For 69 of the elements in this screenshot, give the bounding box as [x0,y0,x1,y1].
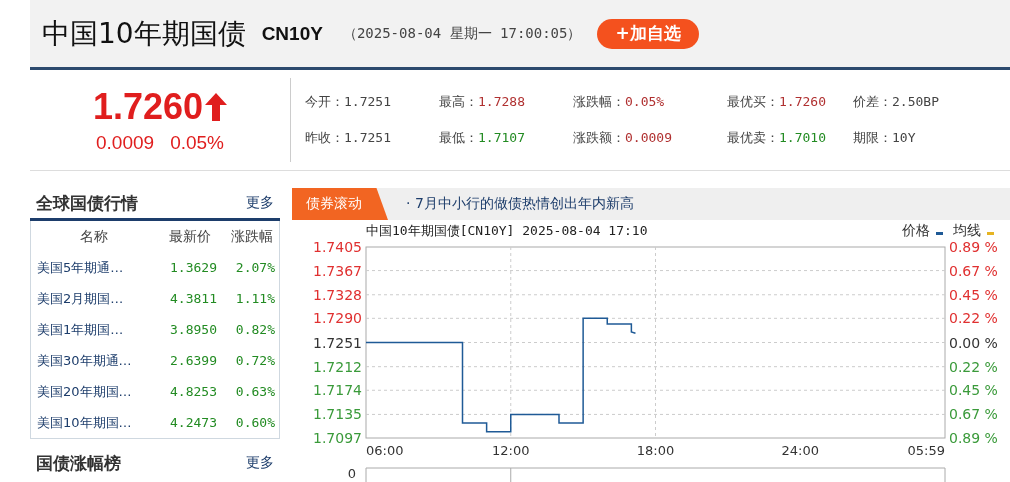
bond-name-link[interactable]: 美国2月期国… [31,289,157,308]
y-axis-label: 1.7328 [313,286,362,303]
x-axis-label: 18:00 [636,443,675,458]
stat-item: 涨跌额：0.0009 [573,129,673,147]
bond-code: CN10Y [261,22,323,45]
stat-item: 昨收：1.7251 [305,129,392,147]
y-axis-label: 1.7290 [313,310,362,327]
y-axis-label: 1.7174 [313,382,362,399]
more-link[interactable]: 更多 [246,194,280,212]
x-axis-label: 24:00 [781,443,819,458]
x-axis-label: 12:00 [492,443,530,458]
price-cell-text: 1.3629 [169,260,218,275]
percent-label: 0.45 % [949,286,998,303]
percent-label: 0.89 % [949,242,998,255]
percent-change: 0.05% [170,132,224,154]
y-axis-label: 1.7135 [313,406,362,423]
current-price: 1.7260 [92,86,204,128]
change-cell-text: 0.60% [234,415,276,430]
change-cell-text: 0.63% [234,384,276,399]
column-header: 名称 [79,227,109,246]
bond-name-link[interactable]: 美国5年期通… [31,258,157,277]
change-cell-text: 1.11% [234,291,276,306]
bond-name-link[interactable]: 美国10年期国… [31,413,157,432]
bond-title: 中国10年期国债 [42,15,246,52]
stat-item: 最高：1.7288 [439,93,526,111]
y-axis-label: 1.7212 [313,358,362,375]
column-header: 最新价 [168,227,212,246]
percent-label: 0.45 % [949,382,998,399]
timestamp: （2025-08-04 星期一 17:00:05） [342,24,582,43]
section-title: 国债涨幅榜 [35,451,121,475]
percent-label: 0.22 % [949,310,998,327]
x-axis-label: 05:59 [907,443,945,458]
stat-item: 最优买：1.7260 [727,93,827,111]
percent-label: 0.67 % [949,406,998,423]
stat-item: 最低：1.7107 [439,129,526,147]
price-cell-text: 2.6399 [169,353,218,368]
y-axis-label: 1.7405 [313,242,362,255]
change-cell-text: 2.07% [234,260,276,275]
stat-item: 期限：10Y [853,129,917,147]
price-change: 0.0009 [96,132,155,154]
chart-title: 中国10年期国债[CN10Y] 2025-08-04 17:10 [366,222,648,240]
percent-label: 0.67 % [949,262,998,279]
volume-axis-label: 0 [347,466,356,481]
change-cell-text: 0.72% [234,353,276,368]
stat-item: 最优卖：1.7010 [727,129,827,147]
legend-item: 价格 [902,222,943,240]
section-title: 全球国债行情 [35,191,138,215]
bond-name-link[interactable]: 美国20年期国… [31,382,157,401]
y-axis-label: 1.7367 [313,262,362,279]
news-headline-link[interactable]: · 7月中小行的做债热情创出年内新高 [406,195,634,213]
percent-label: 0.22 % [949,358,998,375]
price-cell-text: 4.8253 [169,384,218,399]
more-link[interactable]: 更多 [246,454,280,472]
bond-name-link[interactable]: 美国30年期通… [31,351,157,370]
legend-item: 均线 [953,222,994,240]
change-cell-text: 0.82% [234,322,276,337]
price-cell-text: 3.8950 [169,322,218,337]
price-cell-text: 4.3811 [169,291,218,306]
percent-label: 0.89 % [949,430,998,446]
percent-label: 0.00 % [949,334,998,351]
stat-item: 涨跌幅：0.05% [573,93,666,111]
price-cell-text: 4.2473 [169,415,218,430]
y-axis-label: 1.7251 [313,334,362,351]
bond-name-link[interactable]: 美国1年期国… [31,320,157,339]
stat-item: 价差：2.50BP [853,93,940,111]
column-header: 涨跌幅 [230,227,274,246]
x-axis-label: 06:00 [366,443,404,458]
stat-item: 今开：1.7251 [305,93,392,111]
y-axis-label: 1.7097 [313,430,362,446]
